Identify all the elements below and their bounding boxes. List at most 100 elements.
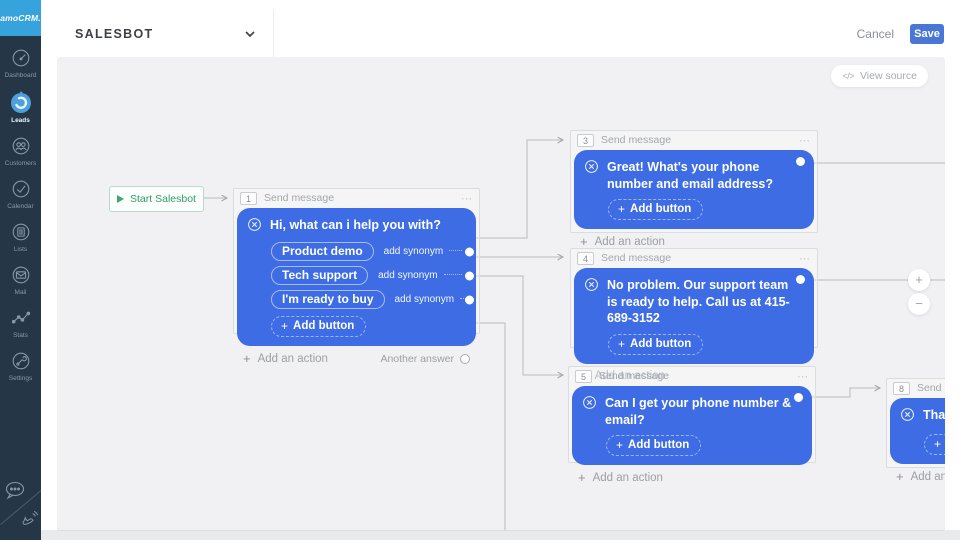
flow-node-1[interactable]: 1 Send message ⋯ Hi, what can i help you… — [233, 188, 480, 334]
add-button-button[interactable]: + Add button — [608, 334, 703, 355]
save-button[interactable]: Save — [910, 24, 944, 44]
add-button-button[interactable]: + Add button — [924, 434, 945, 455]
add-button-button[interactable]: + Add button — [606, 435, 701, 456]
node-menu-icon[interactable]: ⋯ — [797, 370, 809, 383]
leader-line — [449, 250, 462, 251]
message-card[interactable]: Can I get your phone number & email? + A… — [572, 386, 812, 465]
message-text: Great! What's your phone number and emai… — [607, 158, 792, 192]
plus-icon: + — [896, 469, 904, 484]
messenger-any-icon — [247, 217, 262, 237]
quick-reply-button[interactable]: Tech support — [271, 266, 368, 285]
connector-dot[interactable] — [796, 157, 805, 166]
message-text: Hi, what can i help you with? — [270, 216, 441, 234]
calendar-icon — [10, 178, 32, 200]
add-action-button[interactable]: + Add an action — [896, 469, 945, 484]
chevron-down-icon[interactable] — [245, 31, 255, 37]
sidebar-item-leads[interactable]: Leads — [0, 90, 41, 124]
view-source-button[interactable]: </> View source — [831, 65, 928, 87]
flow-node-4[interactable]: 4 Send message ⋯ No problem. Our support… — [570, 248, 818, 348]
node-type-label: Send message — [917, 382, 945, 394]
sidebar-item-lists[interactable]: Lists — [0, 221, 41, 253]
sidebar-item-calendar[interactable]: Calendar — [0, 178, 41, 210]
message-text: Thanks! — [923, 406, 945, 424]
sidebar-item-stats[interactable]: Stats — [0, 307, 41, 339]
flow-node-8[interactable]: 8 Send message Thanks! + Add button + Ad… — [886, 378, 945, 468]
another-answer-port[interactable] — [460, 354, 470, 364]
node-number-badge: 1 — [240, 192, 257, 205]
message-card[interactable]: Great! What's your phone number and emai… — [574, 150, 814, 229]
add-action-button[interactable]: + Add an action — [578, 470, 663, 485]
add-synonym-link[interactable]: add synonym — [378, 270, 437, 281]
amocrm-logo[interactable]: amoCRM. — [0, 0, 41, 36]
topbar: SALESBOT Cancel Save — [41, 10, 960, 57]
sidebar-item-label: Dashboard — [5, 72, 37, 79]
sidebar-item-settings[interactable]: Settings — [0, 350, 41, 382]
zoom-out-button[interactable]: − — [908, 293, 930, 315]
plus-icon: + — [578, 470, 586, 485]
messenger-any-icon — [584, 277, 599, 297]
messenger-any-icon — [900, 407, 915, 427]
dashboard-icon — [10, 47, 32, 69]
add-button-button[interactable]: + Add button — [271, 316, 366, 337]
phone-icon[interactable] — [21, 510, 39, 533]
add-synonym-link[interactable]: add synonym — [384, 246, 443, 257]
connector-dot[interactable] — [796, 275, 805, 284]
quick-reply-button[interactable]: I'm ready to buy — [271, 290, 385, 309]
plus-icon: + — [616, 438, 623, 452]
node-type-label: Send message — [601, 134, 671, 146]
message-card[interactable]: No problem. Our support team is ready to… — [574, 268, 814, 364]
add-action-button[interactable]: + Add an action — [243, 351, 328, 366]
add-action-button[interactable]: + Add an action — [580, 234, 665, 249]
mail-icon — [10, 264, 32, 286]
node-number-badge: 3 — [577, 134, 594, 147]
cancel-button[interactable]: Cancel — [857, 27, 894, 41]
message-text: No problem. Our support team is ready to… — [607, 276, 797, 327]
sidebar-item-dashboard[interactable]: Dashboard — [0, 47, 41, 79]
play-icon — [117, 195, 124, 203]
canvas-bottom-gutter — [41, 530, 960, 540]
sidebar-item-mail[interactable]: Mail — [0, 264, 41, 296]
plus-icon: + — [281, 319, 288, 333]
quick-reply-row: Product demo add synonym — [247, 242, 464, 261]
another-answer-label: Another answer — [380, 353, 454, 365]
connector-dot[interactable] — [465, 271, 474, 280]
node-type-label: Send message — [264, 192, 334, 204]
connector-dot[interactable] — [465, 295, 474, 304]
node-menu-icon[interactable]: ⋯ — [799, 134, 811, 147]
flow-node-3[interactable]: 3 Send message ⋯ Great! What's your phon… — [570, 130, 818, 233]
plus-icon: + — [618, 337, 625, 351]
message-card[interactable]: Hi, what can i help you with? Product de… — [237, 208, 476, 346]
connector-dot[interactable] — [794, 393, 803, 402]
zoom-in-button[interactable]: + — [908, 269, 930, 291]
quick-reply-row: I'm ready to buy add synonym — [247, 290, 464, 309]
quick-reply-row: Tech support add synonym — [247, 266, 464, 285]
sidebar-item-label: Lists — [14, 246, 27, 253]
quick-reply-button[interactable]: Product demo — [271, 242, 374, 261]
leader-line — [444, 274, 462, 275]
add-button-button[interactable]: + Add button — [608, 199, 703, 220]
plus-icon: + — [618, 202, 625, 216]
node-number-badge: 5 — [575, 370, 592, 383]
plus-icon: + — [580, 234, 588, 249]
messenger-any-icon — [584, 159, 599, 179]
sidebar-item-label: Mail — [15, 289, 27, 296]
add-synonym-link[interactable]: add synonym — [395, 294, 454, 305]
bot-name-title: SALESBOT — [75, 27, 153, 41]
connector-dot[interactable] — [465, 247, 474, 256]
flow-node-5[interactable]: 5 Send message ⋯ Can I get your phone nu… — [568, 366, 816, 463]
settings-icon — [10, 350, 32, 372]
start-salesbot-node[interactable]: Start Salesbot — [109, 186, 204, 212]
plus-icon: + — [243, 351, 251, 366]
bot-flow-canvas[interactable]: </> View source + − Start Salesbot 1 Sen… — [57, 57, 945, 530]
node-number-badge: 8 — [893, 382, 910, 395]
chat-icon[interactable] — [3, 480, 27, 507]
sidebar-item-label: Settings — [9, 375, 33, 382]
message-card[interactable]: Thanks! + Add button — [890, 398, 945, 464]
sidebar-item-label: Stats — [13, 332, 28, 339]
node-type-label: Send message — [601, 252, 671, 264]
node-type-label: Send message — [599, 370, 669, 382]
sidebar-item-customers[interactable]: Customers — [0, 135, 41, 167]
customers-icon — [10, 135, 32, 157]
node-menu-icon[interactable]: ⋯ — [799, 252, 811, 265]
node-menu-icon[interactable]: ⋯ — [461, 192, 473, 205]
